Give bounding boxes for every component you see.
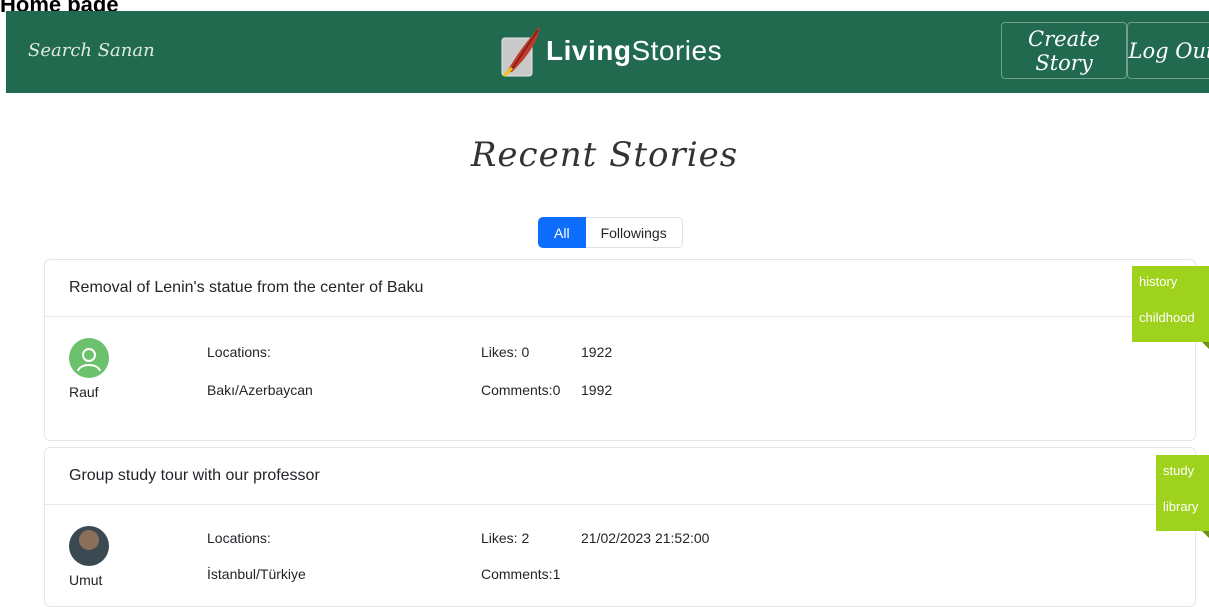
- filter-group: All Followings: [538, 217, 683, 248]
- user-icon: [77, 348, 101, 372]
- brand-title: LivingStories: [546, 35, 723, 66]
- story-card[interactable]: Group study tour with our professor Umut…: [44, 447, 1196, 607]
- section-title: Recent Stories: [470, 135, 739, 175]
- locations-label: Locations:: [207, 344, 271, 360]
- author-name[interactable]: Rauf: [69, 384, 99, 400]
- tag-list: study library: [1156, 455, 1209, 531]
- avatar[interactable]: [69, 526, 109, 566]
- avatar[interactable]: [69, 338, 109, 378]
- logout-button[interactable]: Log Out: [1127, 22, 1209, 79]
- story-date-end: 1992: [581, 382, 613, 398]
- location-value: İstanbul/Türkiye: [207, 566, 306, 582]
- create-story-button[interactable]: Create Story: [1001, 22, 1127, 79]
- story-date-start: 1922: [581, 344, 613, 360]
- story-title[interactable]: Group study tour with our professor: [45, 448, 1195, 505]
- story-title[interactable]: Removal of Lenin's statue from the cente…: [45, 260, 1195, 317]
- navbar: LivingStories Create Story Log Out: [6, 11, 1209, 93]
- filter-followings-button[interactable]: Followings: [585, 217, 683, 248]
- search-input[interactable]: [26, 31, 230, 69]
- author-name[interactable]: Umut: [69, 572, 102, 588]
- story-card[interactable]: Removal of Lenin's statue from the cente…: [44, 259, 1196, 441]
- tag-fold-decoration: [1202, 342, 1209, 349]
- likes-count: Likes: 0: [481, 344, 530, 360]
- tag-label[interactable]: childhood: [1139, 308, 1209, 328]
- story-date: 21/02/2023 21:52:00: [581, 530, 710, 546]
- tag-label[interactable]: study: [1163, 461, 1209, 481]
- likes-count: Likes: 2: [481, 530, 530, 546]
- tag-label[interactable]: library: [1163, 497, 1209, 517]
- tag-fold-decoration: [1202, 531, 1209, 538]
- tag-label[interactable]: history: [1139, 272, 1209, 292]
- comments-count: Comments:0: [481, 382, 561, 398]
- comments-count: Comments:1: [481, 566, 561, 582]
- locations-label: Locations:: [207, 530, 271, 546]
- tag-list: history childhood: [1132, 266, 1209, 342]
- location-value: Bakı/Azerbaycan: [207, 382, 313, 398]
- filter-all-button[interactable]: All: [538, 217, 586, 248]
- brand[interactable]: LivingStories: [498, 21, 722, 81]
- quill-logo-icon: [501, 26, 540, 78]
